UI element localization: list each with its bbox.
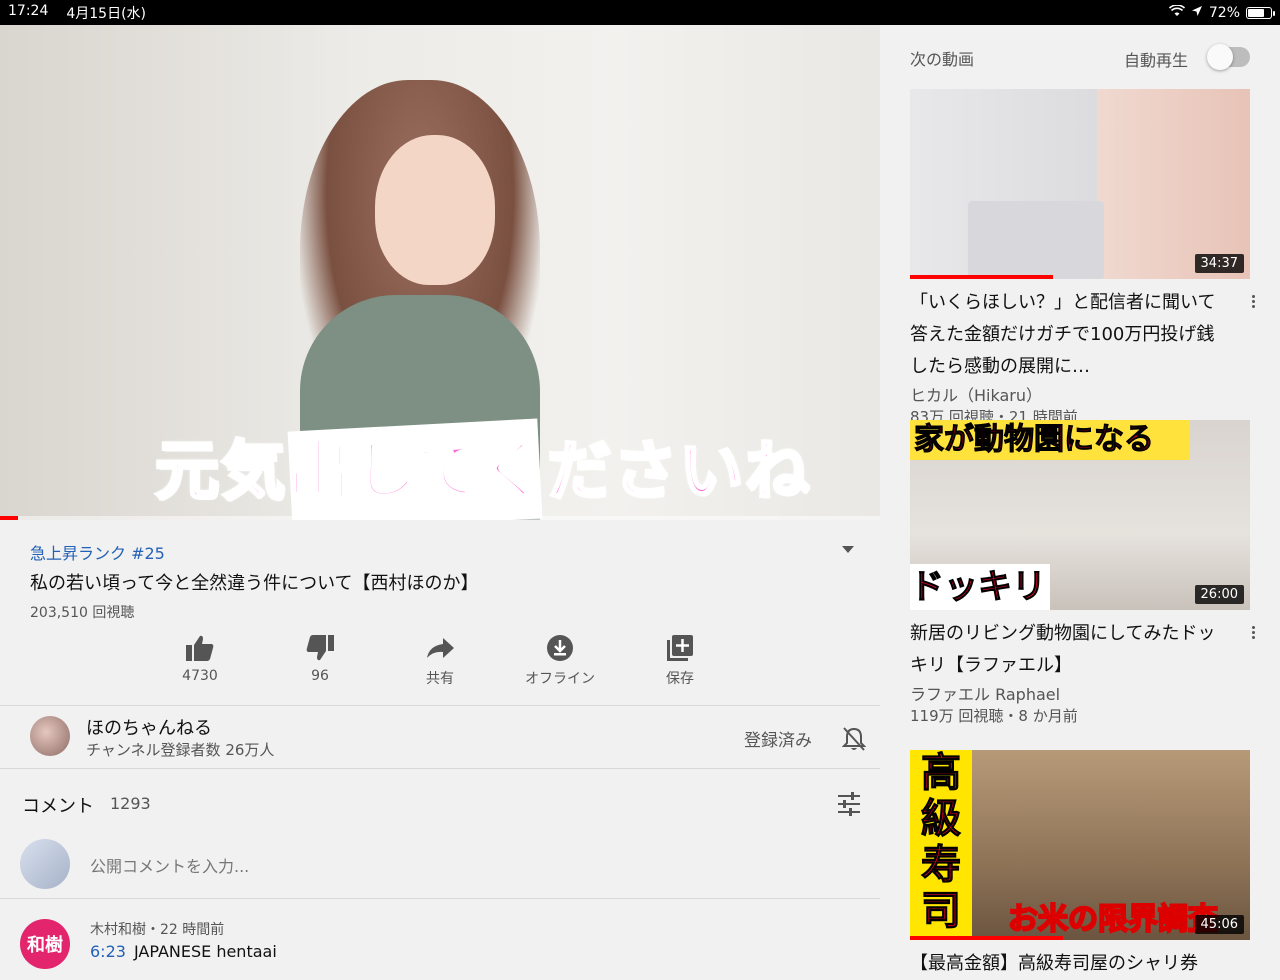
comment-text: 6:23 JAPANESE hentaai	[90, 942, 277, 961]
thumbnail-overlay: ドッキリ	[910, 564, 1050, 610]
comments-header[interactable]: コメント 1293	[0, 770, 880, 830]
channel-row[interactable]: ほのちゃんねる チャンネル登録者数 26万人 登録済み	[0, 706, 880, 768]
video-card[interactable]: 家が動物園になる ドッキリ 26:00 新居のリビング動物園にしてみたドッキリ【…	[910, 420, 1255, 726]
comment-item[interactable]: 和樹 木村和樹・22 時間前 6:23 JAPANESE hentaai	[0, 905, 880, 969]
card-channel: ヒカル（Hikaru）	[910, 386, 1042, 405]
share-label: 共有	[426, 671, 454, 687]
video-duration: 45:06	[1194, 915, 1244, 934]
share-icon	[380, 632, 500, 664]
like-count: 4730	[182, 668, 218, 684]
comments-count: 1293	[110, 794, 151, 813]
channel-avatar[interactable]	[30, 716, 70, 756]
video-duration: 26:00	[1194, 585, 1244, 604]
dislike-count: 96	[311, 668, 329, 684]
battery-icon	[1246, 6, 1275, 19]
watched-bar	[910, 936, 1063, 940]
commenter-avatar[interactable]: 和樹	[20, 919, 70, 969]
offline-button[interactable]: オフライン	[500, 632, 620, 688]
more-vert-icon[interactable]	[1252, 295, 1256, 310]
video-player[interactable]: 元気出してくださいね	[0, 25, 880, 520]
video-thumbnail[interactable]: 高級寿司 お米の限界調査 45:06	[910, 750, 1250, 940]
thumbs-down-icon	[260, 632, 380, 664]
comment-body: JAPANESE hentaai	[133, 942, 277, 961]
laptop-graphic	[968, 201, 1104, 279]
video-progress-bar[interactable]	[0, 516, 880, 520]
subscribed-button[interactable]: 登録済み	[744, 726, 812, 751]
video-thumbnail[interactable]: 34:37	[910, 89, 1250, 279]
status-date: 4月15日(水)	[66, 5, 147, 22]
share-button[interactable]: 共有	[380, 632, 500, 688]
chevron-down-icon[interactable]	[842, 546, 854, 553]
channel-name[interactable]: ほのちゃんねる	[86, 714, 212, 740]
comment-meta: 木村和樹・22 時間前	[90, 922, 225, 938]
comment-compose[interactable]: 公開コメントを入力...	[0, 835, 880, 895]
up-next-label: 次の動画	[910, 50, 975, 69]
divider	[0, 898, 880, 899]
comment-input[interactable]: 公開コメントを入力...	[90, 853, 249, 877]
comment-timestamp-link[interactable]: 6:23	[90, 942, 126, 961]
card-channel: ラファエル Raphael	[910, 685, 1061, 704]
notifications-off-icon[interactable]	[841, 726, 867, 756]
video-thumbnail[interactable]: 家が動物園になる ドッキリ 26:00	[910, 420, 1250, 610]
video-caption: 元気出してくださいね	[153, 434, 812, 511]
video-duration: 34:37	[1194, 254, 1244, 273]
comments-title: コメント	[22, 796, 94, 817]
watched-bar	[910, 275, 1053, 279]
like-button[interactable]: 4730	[140, 632, 260, 684]
card-meta: 119万 回視聴・8 か月前	[910, 707, 1078, 725]
thumbnail-banner: 家が動物園になる	[910, 420, 1190, 460]
dislike-button[interactable]: 96	[260, 632, 380, 684]
video-card[interactable]: 高級寿司 お米の限界調査 45:06 【最高金額】高級寿司屋のシャリ券	[910, 750, 1250, 980]
divider	[0, 768, 880, 769]
offline-label: オフライン	[525, 671, 595, 687]
thumbs-up-icon	[140, 632, 260, 664]
action-bar: 4730 96 共有 オフライン 保存	[140, 632, 740, 692]
thumbnail-banner: 高級寿司	[910, 750, 972, 940]
autoplay-label: 自動再生	[1124, 51, 1189, 70]
wifi-icon	[1168, 3, 1185, 21]
status-time: 17:24	[8, 2, 49, 19]
video-card[interactable]: 34:37 「いくらほしい？」と配信者に聞いて答えた金額だけガチで100万円投げ…	[910, 89, 1255, 427]
view-count: 203,510 回視聴	[30, 605, 135, 621]
location-icon	[1191, 5, 1203, 21]
trending-rank-link[interactable]: 急上昇ランク #25	[30, 540, 165, 564]
up-next-sidebar: 次の動画 自動再生 34:37 「いくらほしい？」と配信者に聞いて答えた金額だけ…	[880, 25, 1280, 974]
thumbnail-overlay: お米の限界調査	[1007, 901, 1219, 938]
card-title[interactable]: 新居のリビング動物園にしてみたドッキリ【ラファエル】	[910, 618, 1230, 682]
video-progress-played	[0, 516, 18, 520]
user-avatar	[20, 839, 70, 889]
toggle-knob	[1207, 44, 1233, 70]
battery-percent: 72%	[1208, 4, 1240, 21]
status-bar: 17:24 4月15日(水) 72%	[0, 0, 1280, 25]
video-frame-face	[375, 135, 495, 285]
autoplay-toggle[interactable]	[1207, 44, 1250, 70]
video-title: 私の若い頃って今と全然違う件について【西村ほのか】	[30, 573, 479, 594]
save-button[interactable]: 保存	[620, 632, 740, 688]
more-vert-icon[interactable]	[1252, 626, 1256, 641]
subscriber-count: チャンネル登録者数 26万人	[86, 741, 275, 759]
card-title[interactable]: 【最高金額】高級寿司屋のシャリ券	[910, 948, 1230, 980]
save-label: 保存	[666, 671, 694, 687]
battery-fill	[1248, 8, 1264, 17]
download-icon	[500, 632, 620, 664]
save-playlist-icon	[620, 632, 740, 664]
sort-filter-icon[interactable]	[836, 792, 862, 820]
card-title[interactable]: 「いくらほしい？」と配信者に聞いて答えた金額だけガチで100万円投げ銭したら感動…	[910, 287, 1230, 383]
